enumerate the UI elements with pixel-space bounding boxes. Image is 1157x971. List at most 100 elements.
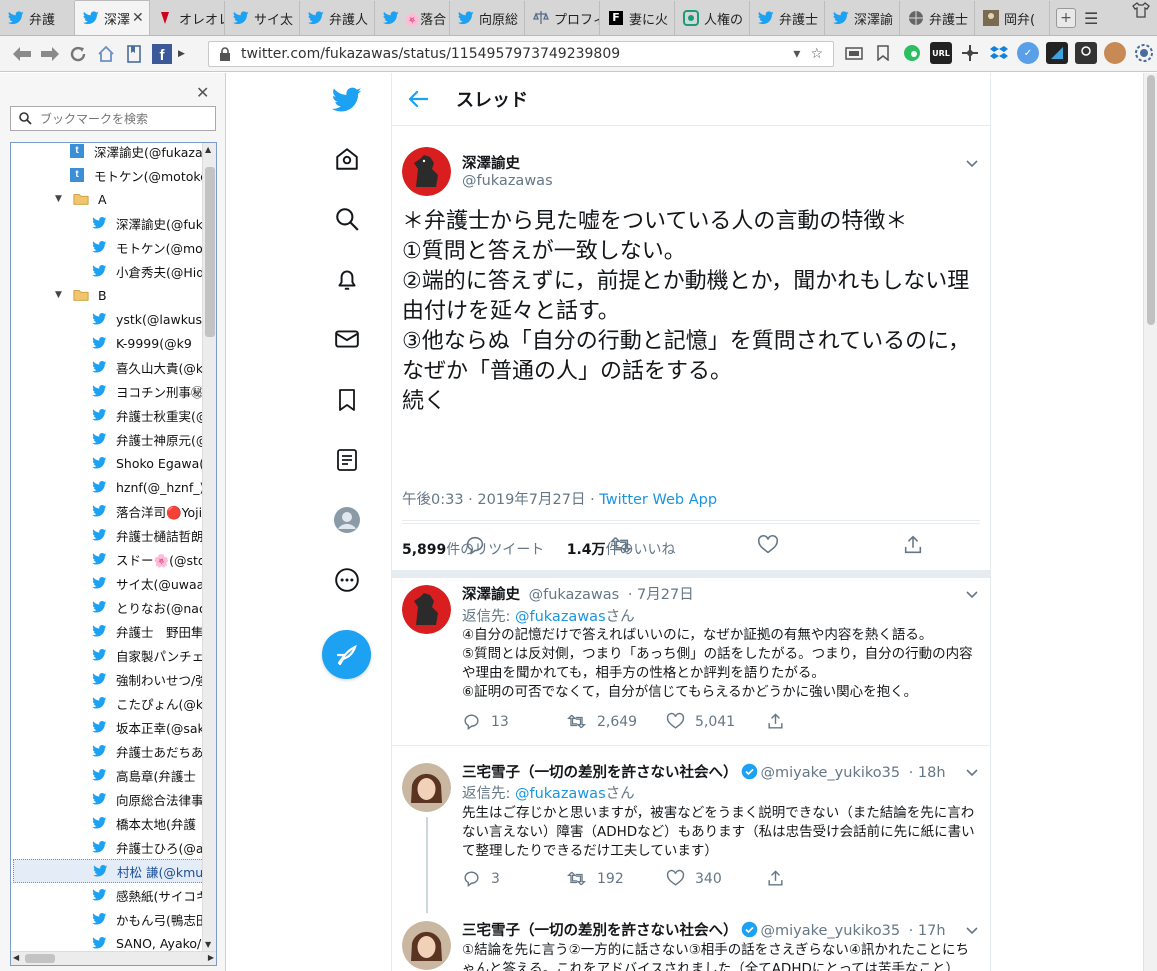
scroll-left-icon[interactable]: ◀ (13, 953, 19, 962)
bookmark-item[interactable]: 喜久山大貴(@k (91, 355, 203, 379)
bookmark-item[interactable]: hznf(@_hznf_) (91, 475, 204, 499)
avatar[interactable] (402, 585, 451, 634)
bookmark-item[interactable]: ヨコチン刑事㊙ (91, 379, 204, 403)
url-dropdown-icon[interactable]: ▾ (793, 46, 800, 62)
theme-shirt-icon[interactable] (1132, 2, 1150, 22)
bookmark-item[interactable]: 橋本太地(弁護 (91, 811, 196, 835)
scroll-down-icon[interactable]: ▼ (205, 940, 211, 949)
bookmark-folder[interactable]: ▼ A (55, 187, 107, 211)
browser-tab[interactable]: サイ太 (225, 1, 300, 35)
new-tab-button[interactable]: + (1056, 8, 1076, 28)
tweet-date[interactable]: · 7月27日 (628, 587, 694, 603)
notifications-bell-icon[interactable] (322, 254, 372, 304)
close-icon[interactable]: ✕ (196, 83, 209, 102)
explore-search-icon[interactable] (322, 194, 372, 244)
bookmark-item[interactable]: モトケン(@moto (91, 235, 215, 259)
share-icon[interactable] (766, 869, 795, 888)
chevron-down-icon[interactable] (965, 765, 979, 779)
profile-avatar-icon[interactable] (1104, 42, 1126, 64)
bookmark-folder[interactable]: ▼ B (55, 283, 107, 307)
bookmark-item[interactable]: 村松 謙(@kmu (13, 859, 208, 883)
scrollbar-thumb[interactable] (205, 167, 215, 337)
screenshot-extension-icon[interactable] (843, 42, 865, 64)
browser-tab[interactable]: 深澤諭 (825, 1, 900, 35)
forward-arrow-icon[interactable] (36, 40, 64, 68)
browser-tab[interactable]: 弁護士 (750, 1, 825, 35)
browser-tab[interactable]: 岡弁( (975, 1, 1050, 35)
browser-tab[interactable]: 弁護 (0, 1, 75, 35)
bookmark-search[interactable] (10, 106, 216, 131)
bookmark-extension-icon[interactable] (872, 42, 894, 64)
bookmark-item[interactable]: K-9999(@k9 (91, 331, 192, 355)
bookmark-item[interactable]: サイ太(@uwaaa (91, 571, 212, 595)
scroll-right-icon[interactable]: ▶ (208, 953, 214, 962)
bookmark-item[interactable]: 強制わいせつ/強 (91, 667, 208, 691)
reply-button[interactable]: 3 (462, 869, 566, 888)
folder-expand-arrow-icon[interactable]: ▼ (55, 194, 65, 204)
bookmark-item[interactable]: 高島章(弁護士 (91, 763, 196, 787)
reply-icon[interactable] (464, 534, 496, 556)
author-name[interactable]: 三宅雪子（一切の差別を許さない社会へ） (462, 765, 738, 781)
retweet-button[interactable]: 2,649 (566, 712, 666, 731)
avatar[interactable] (402, 763, 451, 812)
share-icon[interactable] (902, 534, 934, 556)
bookmark-item[interactable]: こたぴょん(@ko (91, 691, 210, 715)
bookmarks-icon[interactable] (322, 375, 372, 425)
share-icon[interactable] (766, 712, 795, 731)
author-handle[interactable]: @miyake_yukiko35 (761, 923, 901, 939)
sidebar-vertical-scrollbar[interactable]: ▲ ▼ (202, 143, 216, 951)
twitter-logo-icon[interactable] (322, 75, 372, 125)
browser-tab[interactable]: 弁護士 (900, 1, 975, 35)
author-name[interactable]: 深澤諭史 (462, 587, 520, 603)
sidebar-horizontal-scrollbar[interactable]: ◀ ▶ (11, 951, 216, 965)
tweet-date[interactable]: · 17h (909, 923, 946, 939)
bookmark-item[interactable]: ystk(@lawkus) (91, 307, 207, 331)
overflow-chevron-icon[interactable]: ▶ (178, 49, 185, 59)
tweet-timestamp[interactable]: 午後0:33 · 2019年7月27日 (402, 492, 585, 508)
bookmark-item[interactable]: t 深澤諭史(@fukaza (69, 143, 203, 163)
folder-expand-arrow-icon[interactable]: ▼ (55, 290, 65, 300)
bookmark-item[interactable]: 弁護士あだちあ (91, 739, 204, 763)
browser-tab[interactable]: プロフィ (525, 1, 600, 35)
tab-list-menu-icon[interactable]: ☰ (1084, 9, 1098, 28)
bookmark-item[interactable]: 弁護士 野田隼 (91, 619, 204, 643)
scroll-up-icon[interactable]: ▲ (205, 145, 211, 154)
bookmark-item[interactable]: 弁護士秋重実(@ (91, 403, 208, 427)
bookmark-item[interactable]: 小倉秀夫(@Hid (91, 259, 204, 283)
back-arrow-icon[interactable] (8, 40, 36, 68)
address-bar[interactable]: twitter.com/fukazawas/status/11549579737… (208, 41, 834, 67)
bookmark-item[interactable]: 深澤諭史(@fuk (91, 211, 203, 235)
like-button[interactable]: 340 (666, 869, 766, 888)
facebook-icon[interactable]: f (148, 40, 176, 68)
back-arrow-icon[interactable] (407, 88, 429, 110)
chevron-down-icon[interactable] (965, 923, 979, 937)
profile-avatar-icon[interactable] (322, 495, 372, 545)
reload-icon[interactable] (64, 40, 92, 68)
tweet-date[interactable]: · 18h (909, 765, 946, 781)
tweet-source-link[interactable]: Twitter Web App (599, 492, 717, 508)
bookmarks-panel-icon[interactable] (120, 40, 148, 68)
home-icon[interactable] (92, 40, 120, 68)
author-handle[interactable]: @fukazawas (462, 173, 553, 189)
browser-tab[interactable]: 向原総 (450, 1, 525, 35)
author-name[interactable]: 三宅雪子（一切の差別を許さない社会へ） (462, 923, 738, 939)
author-handle[interactable]: @miyake_yukiko35 (761, 765, 901, 781)
scrollbar-thumb[interactable] (1147, 75, 1155, 325)
bookmark-item[interactable]: とりなお(@naot (91, 595, 212, 619)
compose-tweet-button[interactable] (322, 630, 371, 679)
feather-extension-icon[interactable]: ✓ (1017, 42, 1039, 64)
bookmark-item[interactable]: 向原総合法律事 (91, 787, 204, 811)
settings-gear-icon[interactable] (1133, 42, 1155, 64)
dark-reader-icon[interactable] (1046, 42, 1068, 64)
messages-mail-icon[interactable] (322, 314, 372, 364)
evernote-icon[interactable] (901, 42, 923, 64)
bookmark-item[interactable]: スドー🌸(@std (91, 547, 206, 571)
browser-tab[interactable]: 深澤 ✕ (75, 0, 150, 35)
like-button[interactable]: 5,041 (666, 712, 766, 731)
browser-tab[interactable]: 弁護人 (300, 1, 375, 35)
author-name[interactable]: 深澤諭史 (462, 152, 520, 173)
author-handle[interactable]: @fukazawas (529, 587, 620, 603)
like-heart-icon[interactable] (757, 534, 789, 556)
bookmark-item[interactable]: 弁護士神原元(@ (91, 427, 208, 451)
browser-tab[interactable]: 🌸落合 (375, 1, 450, 35)
